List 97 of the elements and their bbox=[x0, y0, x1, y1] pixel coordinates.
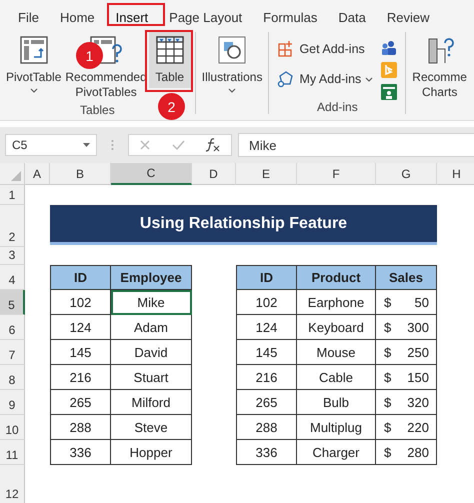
table-cell: Mouse bbox=[297, 340, 376, 365]
row-header[interactable]: 6 bbox=[0, 315, 25, 340]
add-in-button[interactable]: My Add-ins bbox=[277, 70, 374, 88]
table-cell: 102 bbox=[236, 290, 297, 315]
add-in-shape-icon bbox=[277, 70, 296, 88]
row-header[interactable]: 2 bbox=[0, 205, 25, 247]
highlight-frame bbox=[107, 3, 165, 26]
table-cell: $ 300 bbox=[376, 315, 437, 340]
table-cell: Mike bbox=[111, 290, 192, 315]
table-cell: 288 bbox=[50, 415, 111, 440]
ribbon-tab[interactable]: Formulas bbox=[253, 10, 328, 24]
row-header[interactable]: 5 bbox=[0, 290, 25, 315]
table-cell: 124 bbox=[50, 315, 111, 340]
table-cell: Stuart bbox=[111, 365, 192, 390]
triangle-icon bbox=[11, 171, 21, 181]
table-header-cell: Sales bbox=[376, 265, 437, 290]
caret-icon bbox=[365, 76, 374, 82]
table-cell: Cable bbox=[297, 365, 376, 390]
table-header-cell: Employee bbox=[111, 265, 192, 290]
table-icon bbox=[154, 35, 185, 65]
table-header-cell: ID bbox=[236, 265, 297, 290]
app-tile-icon[interactable] bbox=[381, 84, 398, 100]
ribbon-button[interactable]: Table bbox=[148, 32, 191, 88]
highlight-frame bbox=[145, 30, 193, 92]
cancel-icon[interactable] bbox=[139, 139, 151, 151]
shapes-icon bbox=[217, 35, 248, 65]
table-cell: 265 bbox=[50, 390, 111, 415]
table-cell: $ 320 bbox=[376, 390, 437, 415]
row-header[interactable]: 4 bbox=[0, 265, 25, 290]
group-label: Tables bbox=[80, 103, 115, 117]
ribbon-tab[interactable]: Insert bbox=[106, 10, 160, 24]
table-cell: 216 bbox=[50, 365, 111, 390]
column-header[interactable]: A bbox=[25, 163, 50, 185]
group-label: Add-ins bbox=[317, 100, 358, 114]
ribbon-tab[interactable]: Review bbox=[376, 10, 440, 24]
row-header[interactable]: 9 bbox=[0, 390, 25, 415]
row-header[interactable]: 8 bbox=[0, 365, 25, 390]
table-cell: 145 bbox=[236, 340, 297, 365]
ribbon-tab[interactable]: File bbox=[8, 10, 50, 24]
add-in-button[interactable]: Get Add-ins bbox=[277, 40, 374, 58]
column-header[interactable]: E bbox=[236, 163, 297, 185]
header-corner[interactable] bbox=[0, 163, 25, 185]
ribbon-button[interactable]: Recomme Charts bbox=[410, 32, 469, 103]
table-cell: 288 bbox=[236, 415, 297, 440]
table-cell: Multiplug bbox=[297, 415, 376, 440]
ribbon-tab[interactable]: Home bbox=[50, 10, 106, 24]
row-header[interactable]: 10 bbox=[0, 415, 25, 440]
table-cell: 145 bbox=[50, 340, 111, 365]
check-icon[interactable] bbox=[171, 139, 185, 151]
row-header[interactable]: 12 bbox=[0, 465, 25, 503]
table-cell: Charger bbox=[297, 440, 376, 465]
ribbon-button[interactable]: PivotTable bbox=[4, 32, 64, 96]
caret-icon bbox=[83, 143, 90, 147]
table-cell: 336 bbox=[50, 440, 111, 465]
people-icon[interactable] bbox=[381, 40, 398, 56]
row-header[interactable]: 7 bbox=[0, 340, 25, 365]
table-cell: 124 bbox=[236, 315, 297, 340]
name-box[interactable]: C5 bbox=[5, 134, 97, 156]
column-header[interactable]: D bbox=[192, 163, 236, 185]
table-cell: $ 280 bbox=[376, 440, 437, 465]
formula-field[interactable]: Mike bbox=[238, 133, 474, 157]
table-cell: 265 bbox=[236, 390, 297, 415]
table-cell: Milford bbox=[111, 390, 192, 415]
ribbon-tab[interactable]: Page Layout bbox=[159, 10, 254, 24]
drag-handle-icon[interactable] bbox=[111, 139, 114, 151]
column-header[interactable]: H bbox=[437, 163, 474, 185]
row-header[interactable]: 11 bbox=[0, 440, 25, 465]
table-cell: Bulb bbox=[297, 390, 376, 415]
table-cell: $ 50 bbox=[376, 290, 437, 315]
caret-icon bbox=[228, 88, 236, 93]
table-header-cell: Product bbox=[297, 265, 376, 290]
table-cell: Adam bbox=[111, 315, 192, 340]
ribbon-button[interactable]: Illustrations bbox=[200, 32, 264, 96]
title-banner: Using Relationship Feature bbox=[50, 205, 437, 245]
table-cell: 216 bbox=[236, 365, 297, 390]
row-header[interactable]: 1 bbox=[0, 185, 25, 205]
table-cell: 102 bbox=[50, 290, 111, 315]
column-header[interactable]: G bbox=[376, 163, 437, 185]
column-header[interactable]: B bbox=[50, 163, 111, 185]
table-cell: $ 150 bbox=[376, 365, 437, 390]
pivot-table-icon bbox=[18, 35, 49, 65]
column-header[interactable]: C bbox=[111, 163, 192, 185]
b-logo-icon[interactable] bbox=[381, 62, 398, 78]
table-cell: Earphone bbox=[297, 290, 376, 315]
table-cell: $ 250 bbox=[376, 340, 437, 365]
table-cell: David bbox=[111, 340, 192, 365]
caret-icon bbox=[30, 88, 38, 93]
function-icon[interactable] bbox=[205, 138, 221, 152]
table-cell: Steve bbox=[111, 415, 192, 440]
table-cell: Keyboard bbox=[297, 315, 376, 340]
table-cell: Hopper bbox=[111, 440, 192, 465]
row-header[interactable]: 3 bbox=[0, 247, 25, 265]
table-header-cell: ID bbox=[50, 265, 111, 290]
column-header[interactable]: F bbox=[297, 163, 376, 185]
ribbon-tab[interactable]: Data bbox=[328, 10, 377, 24]
table-cell: $ 220 bbox=[376, 415, 437, 440]
table-cell: 336 bbox=[236, 440, 297, 465]
